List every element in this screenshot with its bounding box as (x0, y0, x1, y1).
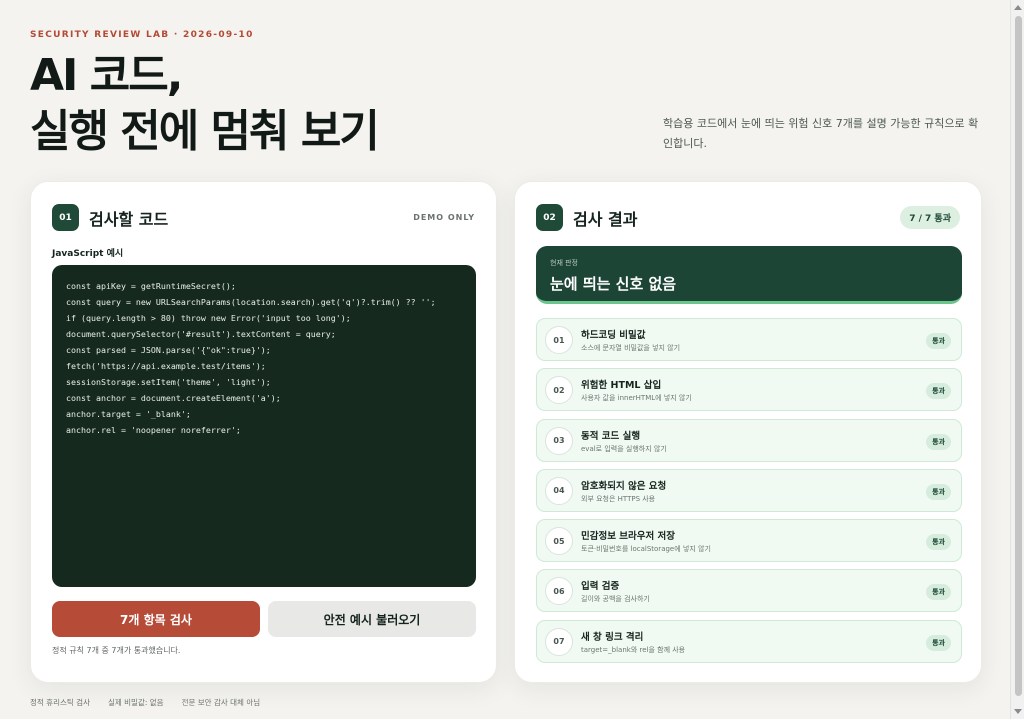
check-status-badge: 통과 (926, 483, 951, 500)
run-check-button[interactable]: 7개 항목 검사 (52, 601, 260, 637)
check-title: 동적 코드 실행 (581, 430, 641, 442)
scroll-up-arrow-icon[interactable] (1014, 5, 1022, 10)
page-title-line-2: 실행 전에 멈춰 보기 (30, 106, 380, 157)
demo-only-tag: DEMO ONLY (413, 213, 475, 222)
check-description: 길이와 공백을 검사하기 (581, 595, 650, 604)
code-panel-header: 01 검사할 코드 (52, 204, 168, 231)
check-title: 새 창 링크 격리 (581, 631, 644, 643)
intro-text: 학습용 코드에서 눈에 띄는 위험 신호 7개를 설명 가능한 규칙으로 확인합… (663, 117, 979, 150)
pass-count-badge: 7 / 7 통과 (900, 206, 960, 229)
check-item: 02 위험한 HTML 삽입 사용자 값을 innerHTML에 넣지 않기 통… (536, 368, 962, 412)
page-scrollbar[interactable] (1010, 0, 1024, 719)
code-line: const anchor = document.createElement('a… (66, 393, 281, 403)
code-line: const parsed = JSON.parse('{"ok":true}')… (66, 345, 271, 355)
scrollbar-thumb[interactable] (1015, 16, 1022, 696)
check-description: 외부 요청은 HTTPS 사용 (581, 494, 656, 503)
check-description: 소스에 문자열 비밀값을 넣지 않기 (581, 344, 681, 352)
check-item: 05 민감정보 브라우저 저장 토큰·비밀번호를 localStorage에 넣… (536, 519, 962, 563)
eyebrow-label: SECURITY REVIEW LAB · 2026-09-10 (30, 30, 254, 40)
check-status-badge: 통과 (926, 383, 951, 400)
check-number: 02 (545, 376, 573, 405)
check-status-badge: 통과 (926, 534, 951, 551)
check-number: 03 (545, 426, 573, 455)
step-badge: 02 (536, 204, 563, 231)
check-item: 06 입력 검증 길이와 공백을 검사하기 통과 (536, 569, 962, 613)
check-status-badge: 통과 (926, 433, 951, 450)
check-number: 01 (545, 326, 573, 354)
code-panel-title: 검사할 코드 (89, 209, 169, 229)
check-list: 01 하드코딩 비밀값 소스에 문자열 비밀값을 넣지 않기 통과 02 위험한… (536, 318, 962, 670)
code-line: const apiKey = getRuntimeSecret(); (66, 281, 236, 291)
page-title-line-1: AI 코드, (30, 50, 183, 101)
code-input-panel: 01 검사할 코드 DEMO ONLY JavaScript 예시 const … (30, 181, 497, 683)
check-number: 04 (545, 476, 573, 505)
check-item: 01 하드코딩 비밀값 소스에 문자열 비밀값을 넣지 않기 통과 (536, 318, 962, 361)
footer-note: 실제 비밀값: 없음 (107, 698, 164, 707)
footer-note: 정적 휴리스틱 검사 (30, 698, 90, 707)
check-title: 위험한 HTML 삽입 (581, 380, 662, 392)
verdict-text: 눈에 띄는 신호 없음 (550, 275, 677, 293)
check-number: 05 (545, 527, 573, 556)
check-item: 03 동적 코드 실행 eval로 입력을 실행하지 않기 통과 (536, 418, 962, 462)
footer-note: 전문 보안 감사 대체 아님 (181, 698, 261, 707)
code-line: if (query.length > 80) throw new Error('… (66, 313, 351, 323)
check-description: 사용자 값을 innerHTML에 넣지 않기 (581, 394, 692, 403)
check-number: 07 (545, 627, 573, 656)
step-badge: 01 (52, 204, 79, 231)
code-line: sessionStorage.setItem('theme', 'light')… (66, 377, 271, 387)
results-panel-header: 02 검사 결과 (536, 204, 637, 231)
code-line: const query = new URLSearchParams(locati… (66, 297, 436, 307)
page-title: AI 코드, 실행 전에 멈춰 보기 (30, 48, 380, 160)
code-language-label: JavaScript 예시 (52, 249, 124, 259)
verdict-card: 현재 판정 눈에 띄는 신호 없음 (536, 246, 962, 304)
check-status-badge: 통과 (926, 634, 951, 651)
code-line: fetch('https://api.example.test/items'); (66, 361, 266, 371)
check-number: 06 (545, 577, 573, 606)
check-item: 04 암호화되지 않은 요청 외부 요청은 HTTPS 사용 통과 (536, 468, 962, 512)
code-line: document.querySelector('#result').textCo… (66, 329, 336, 339)
verdict-label: 현재 판정 (550, 259, 578, 267)
check-title: 암호화되지 않은 요청 (581, 480, 667, 492)
check-status-text: 정적 규칙 7개 중 7개가 통과했습니다. (52, 646, 181, 655)
code-line: anchor.target = '_blank'; (66, 409, 191, 419)
code-line: anchor.rel = 'noopener noreferrer'; (66, 425, 241, 435)
footer: 정적 휴리스틱 검사 실제 비밀값: 없음 전문 보안 감사 대체 아님 (30, 697, 260, 708)
results-panel-title: 검사 결과 (573, 209, 638, 229)
check-description: 토큰·비밀번호를 localStorage에 넣지 않기 (581, 545, 711, 554)
check-status-badge: 통과 (926, 333, 951, 349)
check-title: 하드코딩 비밀값 (581, 330, 646, 341)
load-safe-example-button[interactable]: 안전 예시 불러오기 (268, 601, 476, 637)
check-item: 07 새 창 링크 격리 target=_blank와 rel을 함께 사용 통… (536, 619, 962, 663)
check-title: 민감정보 브라우저 저장 (581, 531, 676, 543)
check-status-badge: 통과 (926, 584, 951, 601)
results-panel: 02 검사 결과 7 / 7 통과 현재 판정 눈에 띄는 신호 없음 01 하… (514, 181, 982, 683)
check-description: target=_blank와 rel을 함께 사용 (581, 645, 686, 654)
code-editor[interactable]: const apiKey = getRuntimeSecret(); const… (52, 265, 476, 587)
check-description: eval로 입력을 실행하지 않기 (581, 444, 667, 453)
check-title: 입력 검증 (581, 581, 620, 593)
scroll-down-arrow-icon[interactable] (1014, 709, 1022, 714)
